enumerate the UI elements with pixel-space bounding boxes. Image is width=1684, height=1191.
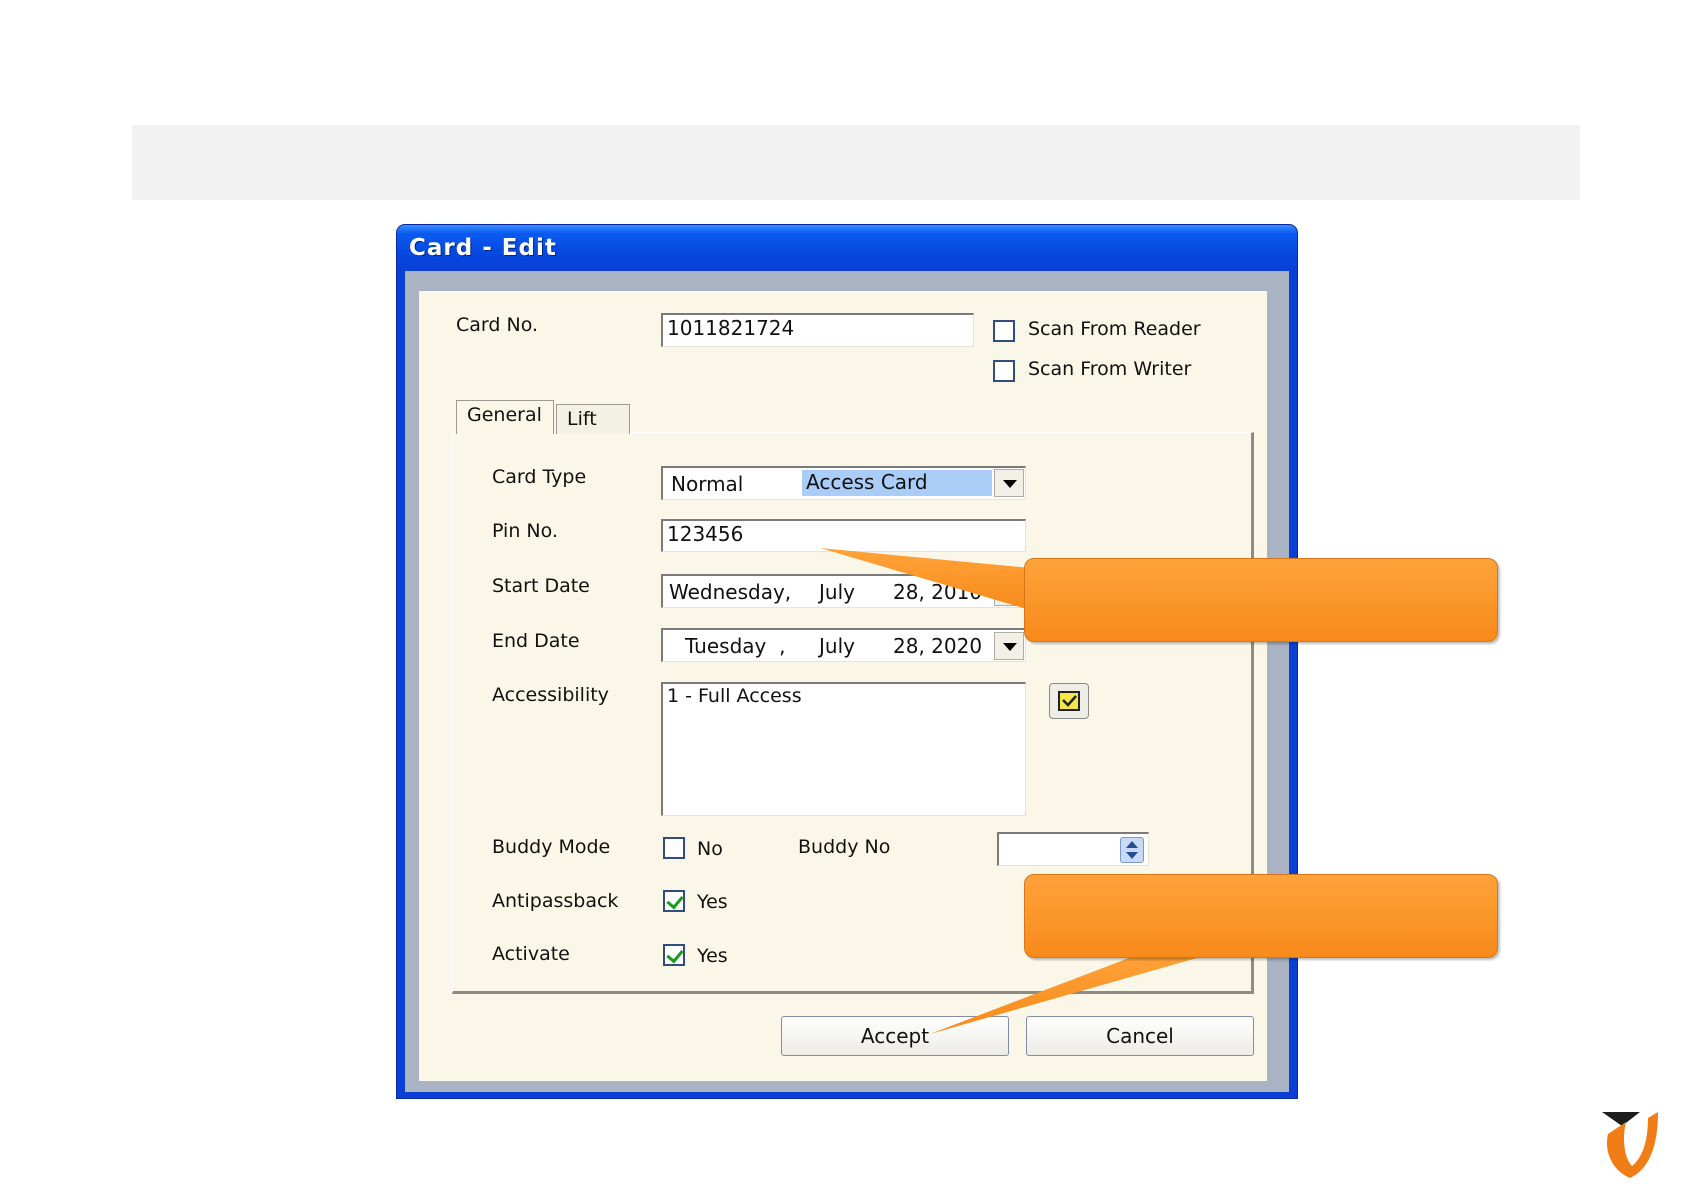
callout-bottom bbox=[1024, 874, 1498, 958]
callout-bottom-pointer bbox=[930, 950, 1225, 1034]
callout-top-pointer bbox=[820, 548, 1030, 610]
callout-top bbox=[1024, 558, 1498, 642]
brand-shield-logo bbox=[1602, 1112, 1658, 1178]
